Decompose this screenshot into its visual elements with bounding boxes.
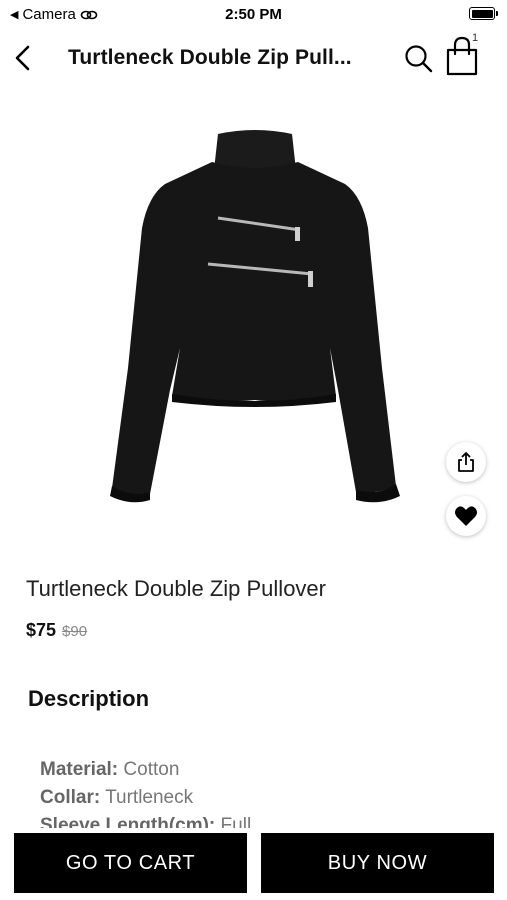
- battery-icon: [469, 7, 498, 20]
- page-title: Turtleneck Double Zip Pull...: [68, 46, 352, 69]
- current-price: $75: [26, 620, 57, 640]
- status-time: 2:50 PM: [225, 6, 282, 23]
- description-heading: Description: [28, 686, 150, 711]
- spec-key: Material:: [40, 759, 119, 780]
- wishlist-button[interactable]: [446, 496, 486, 536]
- spec-row: Collar: Turtleneck: [40, 784, 480, 812]
- price-row: $75 $90: [26, 620, 87, 641]
- spec-key: Sleeve Length(cm):: [40, 815, 216, 828]
- back-button[interactable]: [8, 40, 44, 76]
- share-icon: [458, 452, 474, 472]
- status-bar: ◀ Camera 2:50 PM: [0, 0, 507, 30]
- original-price: $90: [62, 623, 88, 640]
- product-image: [90, 118, 420, 528]
- nav-bar: Turtleneck Double Zip Pull... 1: [0, 30, 507, 86]
- chevron-left-icon: [15, 45, 30, 71]
- product-title: Turtleneck Double Zip Pullover: [26, 576, 326, 601]
- go-to-cart-button[interactable]: GO TO CART: [14, 833, 247, 893]
- spec-list: Material: Cotton Collar: Turtleneck Slee…: [40, 756, 480, 828]
- heart-icon: [455, 506, 477, 526]
- buy-now-button[interactable]: BUY NOW: [261, 833, 494, 893]
- spec-value: Turtleneck: [105, 787, 194, 808]
- spec-row: Material: Cotton: [40, 756, 480, 784]
- spec-key: Collar:: [40, 787, 101, 808]
- spec-value: Cotton: [123, 759, 180, 780]
- turtleneck-sweater-image: [110, 130, 400, 503]
- bottom-action-bar: GO TO CART BUY NOW: [0, 828, 507, 900]
- cart-count-badge: 1: [472, 32, 479, 44]
- spec-row: Sleeve Length(cm): Full: [40, 812, 480, 828]
- search-icon: [405, 45, 433, 73]
- spec-value: Full: [220, 815, 252, 828]
- search-button[interactable]: [400, 40, 438, 78]
- share-button[interactable]: [446, 442, 486, 482]
